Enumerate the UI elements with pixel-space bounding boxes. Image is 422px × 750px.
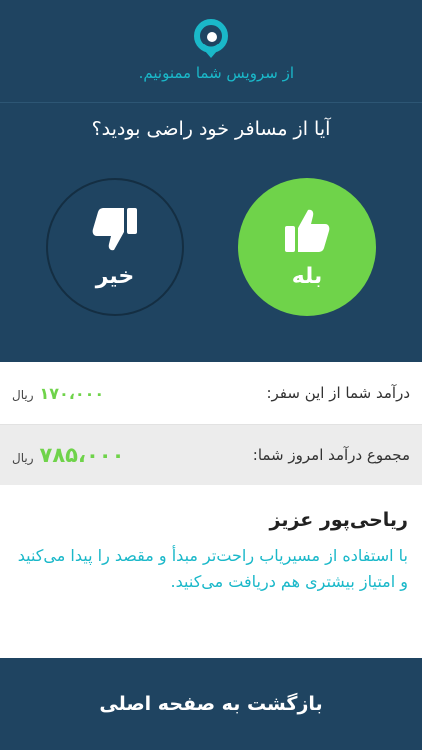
trip-income-row: درآمد شما از این سفر: ۱۷۰،۰۰۰ ریال <box>0 362 422 425</box>
trip-amount-value: ۱۷۰،۰۰۰ <box>39 383 105 403</box>
total-income-row: مجموع درآمد امروز شما: ۷۸۵،۰۰۰ ریال <box>0 425 422 485</box>
trip-income-label: درآمد شما از این سفر: <box>266 384 410 402</box>
total-income-amount: ۷۸۵،۰۰۰ ریال <box>12 443 124 467</box>
thumbs-down-icon <box>92 207 137 250</box>
thanks-text: از سرویس شما ممنونیم. <box>138 64 294 82</box>
trip-income-amount: ۱۷۰،۰۰۰ ریال <box>12 384 104 403</box>
map-pin-icon <box>194 19 228 58</box>
yes-label: بله <box>291 263 323 289</box>
rating-question: آیا از مسافر خود راضی بودید؟ <box>91 118 331 140</box>
header: از سرویس شما ممنونیم. <box>0 0 422 103</box>
no-label: خیر <box>95 263 135 289</box>
currency-unit: ریال <box>12 387 34 402</box>
total-income-label: مجموع درآمد امروز شما: <box>252 446 410 464</box>
no-button[interactable]: خیر <box>46 178 184 316</box>
driver-greeting: ریاحی‌پور عزیز <box>269 509 408 531</box>
yes-button[interactable]: بله <box>238 178 376 316</box>
thumbs-up-icon <box>285 209 330 252</box>
message-card: ریاحی‌پور عزیز با استفاده از مسیریاب راح… <box>0 485 422 658</box>
tip-text: با استفاده از مسیریاب راحت‌تر مبدأ و مقص… <box>17 546 408 591</box>
back-home-button[interactable]: بازگشت به صفحه اصلی <box>0 658 422 750</box>
total-amount-value: ۷۸۵،۰۰۰ <box>39 443 125 467</box>
currency-unit: ریال <box>12 451 34 465</box>
back-home-label: بازگشت به صفحه اصلی <box>99 693 323 715</box>
